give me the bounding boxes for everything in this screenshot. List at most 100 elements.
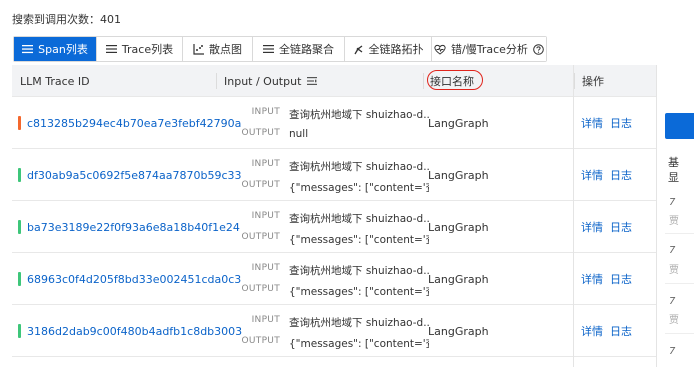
output-text: {"messages": ["content='查... — [289, 338, 429, 350]
trace-id-link[interactable]: ba73e3189e22f0f93a6e8a18b40f1e24 — [27, 201, 240, 253]
interface-name: LangGraph — [428, 272, 489, 286]
table-row: 3186d2dab9c00f480b4adfb1c8db3003 INPUT 查询杭… — [12, 305, 694, 357]
interface-name: LangGraph — [428, 168, 489, 182]
input-text: 查询杭州地域下 shuizhao-d... — [289, 161, 429, 173]
topology-icon — [353, 44, 362, 54]
log-link[interactable]: 日志 — [610, 219, 632, 235]
tab-scatter[interactable]: 散点图 — [183, 37, 253, 61]
side-panel-item-number: 7 — [669, 245, 676, 256]
trace-id-link[interactable]: df30ab9a5c0692f5e874aa7870b59c33 — [27, 149, 242, 201]
interface-name: LangGraph — [428, 220, 489, 234]
log-link[interactable]: 日志 — [610, 167, 632, 183]
scatter-icon — [193, 43, 204, 55]
column-header-label: Input / Output — [224, 74, 302, 88]
trace-id-link[interactable]: c813285b294ec4b70ea7e3febf42790a — [27, 97, 241, 149]
output-label: OUTPUT — [241, 128, 280, 138]
detail-link[interactable]: 详情 — [581, 323, 603, 339]
status-indicator — [18, 220, 21, 234]
log-link[interactable]: 日志 — [610, 115, 632, 131]
input-text: 查询杭州地域下 shuizhao-d... — [289, 213, 429, 225]
detail-link[interactable]: 详情 — [581, 271, 603, 287]
list-icon — [263, 45, 274, 53]
tab-label: 全链路拓扑 — [368, 43, 424, 56]
log-link[interactable]: 日志 — [610, 323, 632, 339]
log-link[interactable]: 日志 — [610, 271, 632, 287]
side-panel-divider — [665, 333, 694, 334]
table-row: c813285b294ec4b70ea7e3febf42790a INPUT 查询杭… — [12, 97, 694, 149]
table-row: ba73e3189e22f0f93a6e8a18b40f1e24 INPUT 查询杭… — [12, 201, 694, 253]
help-circle-icon[interactable] — [533, 43, 544, 55]
tab-label: 错/慢Trace分析 — [451, 43, 528, 56]
input-text: 查询杭州地域下 shuizhao-d... — [289, 265, 429, 277]
detail-link[interactable]: 详情 — [581, 167, 603, 183]
row-actions: 详情 日志 — [581, 97, 632, 149]
trace-table: LLM Trace ID Input / Output 接口名称 操作 c813… — [12, 65, 694, 357]
column-header-trace-id: LLM Trace ID — [20, 74, 90, 88]
output-label: OUTPUT — [241, 180, 280, 190]
status-indicator — [18, 168, 21, 182]
interface-name: LangGraph — [428, 324, 489, 338]
filter-settings-icon[interactable] — [307, 76, 318, 86]
side-panel-text: 显 — [668, 171, 679, 184]
side-panel-item-number: 7 — [669, 197, 676, 208]
input-label: INPUT — [251, 211, 280, 221]
trace-id-link[interactable]: 3186d2dab9c00f480b4adfb1c8db3003 — [27, 305, 242, 357]
table-body: c813285b294ec4b70ea7e3febf42790a INPUT 查询杭… — [12, 97, 694, 357]
operations-column-divider — [573, 65, 574, 367]
row-actions: 详情 日志 — [581, 149, 632, 201]
status-indicator — [18, 324, 21, 338]
side-panel-text: 基 — [668, 156, 679, 169]
side-panel-item-number: 7 — [669, 346, 676, 357]
trace-id-link[interactable]: 68963c0f4d205f8bd33e002451cda0c3 — [27, 253, 241, 305]
row-actions: 详情 日志 — [581, 305, 632, 357]
list-icon — [105, 45, 117, 53]
input-text: 查询杭州地域下 shuizhao-d... — [289, 109, 429, 121]
heart-pulse-icon — [434, 44, 446, 55]
side-panel: 基 显 7 贾 7 贾 7 贾 7 — [656, 65, 694, 367]
row-actions: 详情 日志 — [581, 201, 632, 253]
view-tabs: Span列表 Trace列表 散点图 全链路聚合 全链路拓扑 错/慢Trace分… — [13, 36, 547, 62]
input-label: INPUT — [251, 263, 280, 273]
side-panel-item-text: 贾 — [669, 265, 679, 276]
side-panel-item-number: 7 — [669, 296, 676, 307]
status-indicator — [18, 116, 21, 130]
input-label: INPUT — [251, 107, 280, 117]
tab-label: Span列表 — [38, 43, 88, 56]
side-panel-divider — [665, 233, 694, 234]
table-row: df30ab9a5c0692f5e874aa7870b59c33 INPUT 查询杭… — [12, 149, 694, 201]
input-label: INPUT — [251, 159, 280, 169]
output-label: OUTPUT — [241, 336, 280, 346]
output-label: OUTPUT — [241, 232, 280, 242]
side-panel-item-text: 贾 — [669, 315, 679, 326]
table-row: 68963c0f4d205f8bd33e002451cda0c3 INPUT 查询杭… — [12, 253, 694, 305]
tab-label: 全链路聚合 — [279, 43, 334, 56]
table-header: LLM Trace ID Input / Output 接口名称 操作 — [12, 65, 694, 97]
input-text: 查询杭州地域下 shuizhao-d... — [289, 317, 429, 329]
tab-label: Trace列表 — [121, 43, 174, 56]
search-count: 搜索到调用次数：401 — [12, 13, 121, 26]
output-text: {"messages": ["content='查... — [289, 286, 429, 298]
side-panel-divider — [665, 283, 694, 284]
column-header-operations: 操作 — [582, 75, 604, 88]
column-divider — [423, 73, 424, 89]
row-actions: 详情 日志 — [581, 253, 632, 305]
output-label: OUTPUT — [241, 284, 280, 294]
detail-link[interactable]: 详情 — [581, 115, 603, 131]
side-panel-button[interactable] — [665, 113, 694, 139]
detail-link[interactable]: 详情 — [581, 219, 603, 235]
side-panel-item-text: 贾 — [669, 216, 679, 227]
list-icon — [22, 45, 34, 54]
tab-trace-list[interactable]: Trace列表 — [97, 37, 183, 61]
tab-full-link-aggregation[interactable]: 全链路聚合 — [253, 37, 345, 61]
tab-error-slow-trace-analysis[interactable]: 错/慢Trace分析 — [432, 37, 546, 61]
interface-name-highlight — [427, 70, 483, 90]
interface-name: LangGraph — [428, 116, 489, 130]
column-header-input-output: Input / Output — [224, 65, 318, 97]
output-text: {"messages": ["content='查... — [289, 182, 429, 194]
column-divider — [574, 73, 575, 89]
status-indicator — [18, 272, 21, 286]
tab-span-list[interactable]: Span列表 — [14, 37, 97, 61]
output-text: {"messages": ["content='查... — [289, 234, 429, 246]
tab-full-link-topology[interactable]: 全链路拓扑 — [345, 37, 432, 61]
output-text: null — [289, 128, 309, 140]
